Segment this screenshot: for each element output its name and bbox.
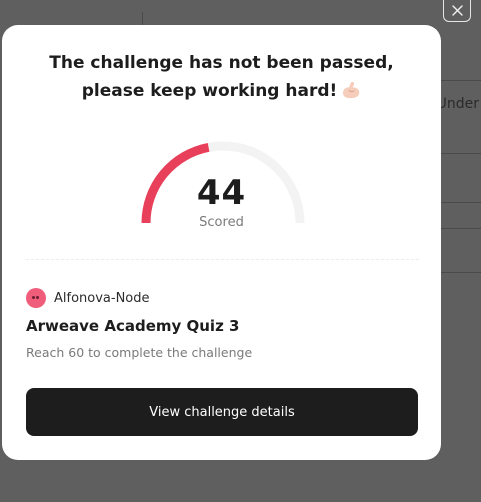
avatar	[26, 288, 46, 308]
section-divider	[26, 259, 419, 260]
title-line-2: please keep working hard!	[2, 77, 441, 108]
view-challenge-details-button[interactable]: View challenge details	[26, 388, 418, 436]
challenge-result-modal: The challenge has not been passed, pleas…	[2, 25, 441, 460]
title-line-1: The challenge has not been passed,	[49, 53, 394, 73]
quiz-title: Arweave Academy Quiz 3	[26, 317, 240, 335]
background-divider	[441, 228, 481, 229]
background-divider	[441, 80, 481, 81]
background-divider	[441, 202, 481, 203]
title-line-2-text: please keep working hard!	[81, 81, 338, 101]
background-column-header: Under	[436, 96, 479, 112]
close-button[interactable]	[443, 0, 471, 22]
close-icon	[451, 5, 463, 16]
result-title: The challenge has not been passed, pleas…	[2, 49, 441, 108]
author-row: Alfonova-Node	[26, 288, 150, 308]
challenge-requirement: Reach 60 to complete the challenge	[26, 345, 253, 360]
flexed-biceps-icon	[341, 80, 361, 108]
background-divider	[441, 272, 481, 273]
score-value: 44	[196, 173, 247, 213]
author-name: Alfonova-Node	[54, 290, 150, 306]
score-label: Scored	[199, 215, 244, 230]
background-divider	[441, 153, 481, 154]
